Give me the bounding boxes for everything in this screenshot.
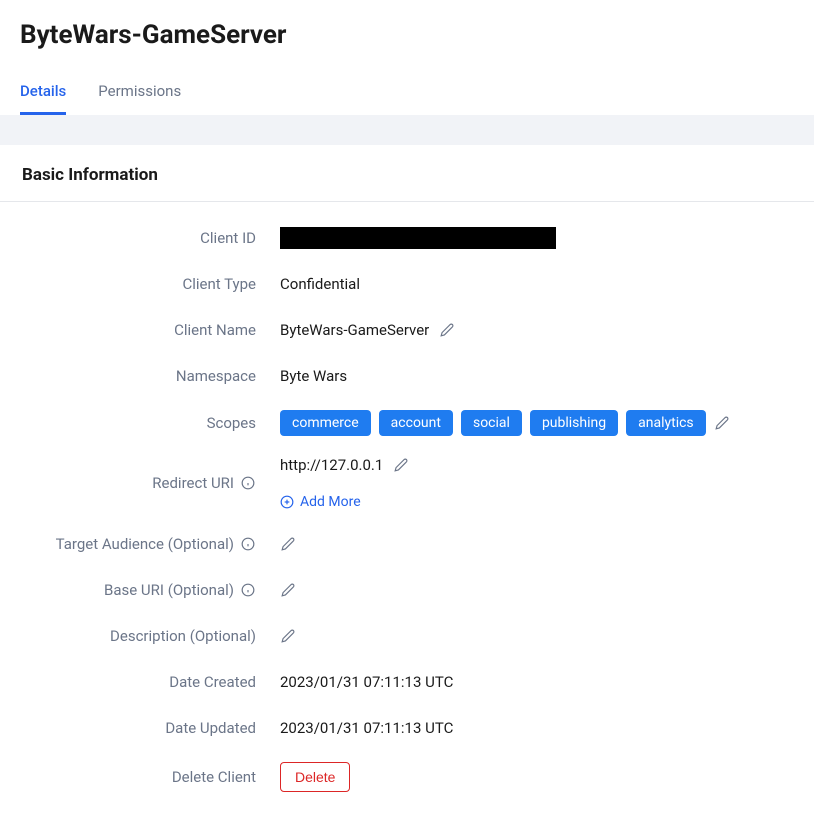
- label-client-type: Client Type: [0, 275, 280, 293]
- row-delete-client: Delete Client Delete: [0, 762, 814, 792]
- edit-redirect-uri-icon[interactable]: [393, 457, 409, 473]
- info-target-audience-icon[interactable]: [240, 536, 256, 552]
- row-date-created: Date Created 2023/01/31 07:11:13 UTC: [0, 670, 814, 694]
- label-date-updated: Date Updated: [0, 719, 280, 737]
- info-base-uri-icon[interactable]: [240, 582, 256, 598]
- add-more-label: Add More: [300, 494, 361, 510]
- scope-tag-social: social: [461, 410, 522, 436]
- value-client-id-redacted: [280, 227, 556, 249]
- label-base-uri: Base URI (Optional): [104, 581, 234, 599]
- tabs: Details Permissions: [20, 74, 794, 115]
- label-target-audience: Target Audience (Optional): [56, 535, 234, 553]
- edit-base-uri-icon[interactable]: [280, 582, 296, 598]
- value-client-name: ByteWars-GameServer: [280, 321, 429, 339]
- edit-target-audience-icon[interactable]: [280, 536, 296, 552]
- add-more-redirect-uri[interactable]: Add More: [280, 494, 361, 510]
- card-title: Basic Information: [0, 145, 814, 202]
- scope-tag-account: account: [379, 410, 453, 436]
- row-description: Description (Optional): [0, 624, 814, 648]
- label-client-name: Client Name: [0, 321, 280, 339]
- value-date-updated: 2023/01/31 07:11:13 UTC: [280, 719, 453, 737]
- label-date-created: Date Created: [0, 673, 280, 691]
- edit-scopes-icon[interactable]: [714, 415, 730, 431]
- value-client-type: Confidential: [280, 275, 360, 293]
- tab-permissions[interactable]: Permissions: [98, 74, 181, 115]
- edit-client-name-icon[interactable]: [439, 322, 455, 338]
- row-redirect-uri: Redirect URI http://127.0.0.1 Add Mo: [0, 456, 814, 510]
- label-description: Description (Optional): [0, 627, 280, 645]
- page-title: ByteWars-GameServer: [20, 20, 794, 50]
- scope-tag-commerce: commerce: [280, 410, 371, 436]
- row-date-updated: Date Updated 2023/01/31 07:11:13 UTC: [0, 716, 814, 740]
- row-client-id: Client ID: [0, 226, 814, 250]
- info-redirect-uri-icon[interactable]: [240, 475, 256, 491]
- delete-button[interactable]: Delete: [280, 762, 350, 792]
- row-namespace: Namespace Byte Wars: [0, 364, 814, 388]
- label-delete-client: Delete Client: [0, 768, 280, 786]
- row-base-uri: Base URI (Optional): [0, 578, 814, 602]
- row-client-type: Client Type Confidential: [0, 272, 814, 296]
- value-date-created: 2023/01/31 07:11:13 UTC: [280, 673, 453, 691]
- edit-description-icon[interactable]: [280, 628, 296, 644]
- row-target-audience: Target Audience (Optional): [0, 532, 814, 556]
- row-client-name: Client Name ByteWars-GameServer: [0, 318, 814, 342]
- label-redirect-uri: Redirect URI: [152, 474, 234, 492]
- label-namespace: Namespace: [0, 367, 280, 385]
- basic-information-card: Basic Information Client ID Client Type …: [0, 145, 814, 838]
- scope-tag-publishing: publishing: [530, 410, 618, 436]
- value-redirect-uri: http://127.0.0.1: [280, 456, 383, 474]
- label-scopes: Scopes: [0, 414, 280, 432]
- tab-details[interactable]: Details: [20, 74, 66, 115]
- value-namespace: Byte Wars: [280, 367, 347, 385]
- row-scopes: Scopes commerce account social publishin…: [0, 410, 814, 436]
- label-client-id: Client ID: [0, 229, 280, 247]
- scope-tag-analytics: analytics: [626, 410, 706, 436]
